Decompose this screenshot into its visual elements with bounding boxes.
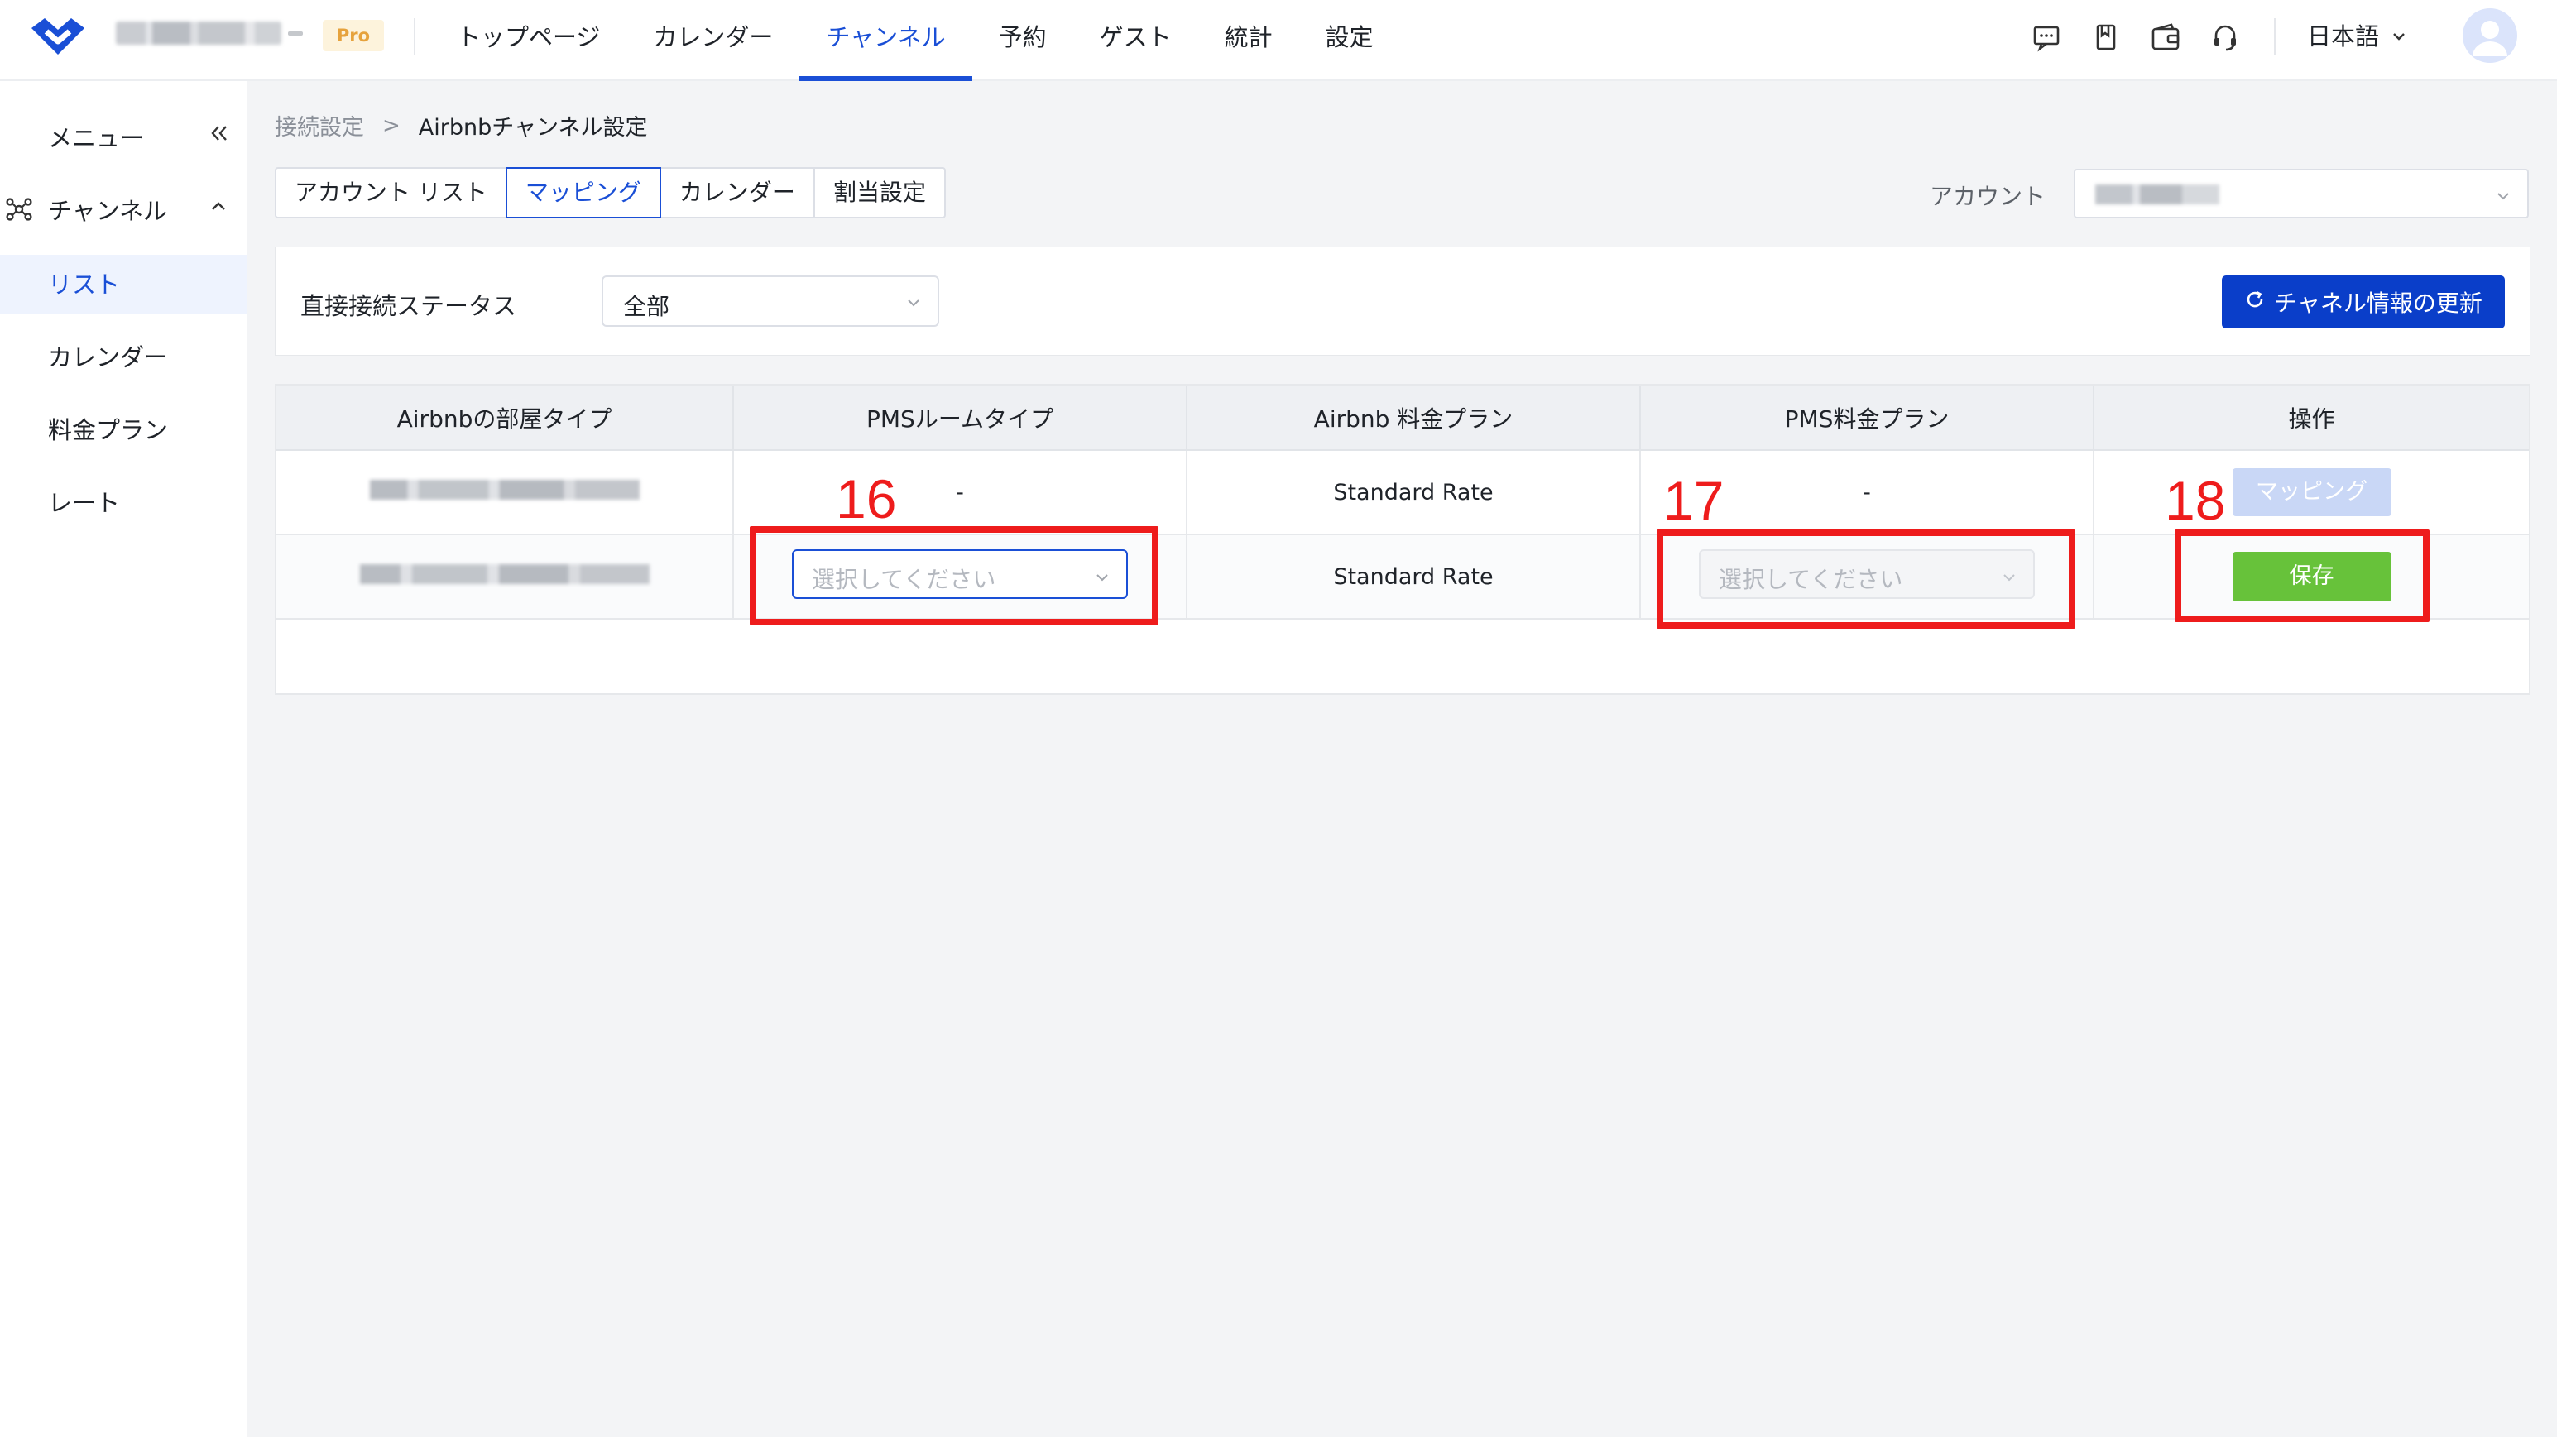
tab-mapping[interactable]: マッピング xyxy=(505,167,661,218)
column-pms-room-type: PMSルームタイプ xyxy=(733,386,1187,451)
scrollbar-track[interactable] xyxy=(2557,0,2576,1437)
annotation-number-17: 17 xyxy=(1663,470,1725,531)
page: Pro トップページ カレンダー チャンネル 予約 ゲスト 統計 設定 日本語 … xyxy=(0,0,2576,1437)
main-nav: トップページ カレンダー チャンネル 予約 ゲスト 統計 設定 xyxy=(430,0,1400,81)
breadcrumb-separator: > xyxy=(382,113,401,138)
refresh-button-label: チャネル情報の更新 xyxy=(2274,290,2482,317)
logo-icon[interactable] xyxy=(28,12,88,58)
account-select[interactable] xyxy=(2074,169,2529,218)
header-tools xyxy=(2026,17,2246,58)
sidebar-menu-label: メニュー xyxy=(48,124,145,152)
annotation-box-16 xyxy=(750,526,1158,625)
nav-guest[interactable]: ゲスト xyxy=(1073,0,1198,81)
airbnb-plan-cell: Standard Rate xyxy=(1187,450,1641,535)
airbnb-plan-value: Standard Rate xyxy=(1333,479,1494,505)
breadcrumb-parent[interactable]: 接続設定 xyxy=(275,109,364,141)
tab-allocation-settings[interactable]: 割当設定 xyxy=(813,167,946,218)
sidebar-group-label: チャンネル xyxy=(48,197,168,225)
mapping-button[interactable]: マッピング xyxy=(2232,468,2391,516)
annotation-number-16: 16 xyxy=(836,468,897,529)
channel-tabs: アカウント リスト マッピング カレンダー 割当設定 xyxy=(275,167,946,218)
pms-room-cell: - xyxy=(733,450,1187,535)
sidebar-group-channel[interactable]: チャンネル xyxy=(0,184,247,230)
user-avatar[interactable] xyxy=(2463,8,2517,63)
sidebar-item-list[interactable]: リスト xyxy=(0,255,247,314)
wallet-icon[interactable] xyxy=(2145,17,2186,58)
collapse-sidebar-icon[interactable] xyxy=(207,121,232,146)
pms-room-value: - xyxy=(956,479,964,505)
room-name-blurred xyxy=(369,479,640,500)
property-name-blurred xyxy=(116,22,281,45)
sidebar-item-rate[interactable]: レート xyxy=(0,473,247,533)
room-name-blurred xyxy=(359,563,650,584)
refresh-icon xyxy=(2244,289,2266,316)
column-actions: 操作 xyxy=(2094,386,2529,451)
nav-reservation[interactable]: 予約 xyxy=(972,0,1073,81)
chevron-down-icon xyxy=(2391,18,2407,55)
nav-calendar[interactable]: カレンダー xyxy=(626,0,799,81)
column-pms-rate-plan: PMS料金プラン xyxy=(1640,386,2094,451)
chevron-down-icon xyxy=(2494,187,2512,205)
refresh-channel-info-button[interactable]: チャネル情報の更新 xyxy=(2222,275,2505,328)
sidebar-item-rate-plan[interactable]: 料金プラン xyxy=(0,400,247,460)
connection-status-select[interactable]: 全部 xyxy=(602,275,939,327)
top-bar: Pro トップページ カレンダー チャンネル 予約 ゲスト 統計 設定 日本語 xyxy=(0,0,2557,81)
connection-status-value: 全部 xyxy=(623,293,670,320)
table-header-row: Airbnbの部屋タイプ PMSルームタイプ Airbnb 料金プラン PMS料… xyxy=(276,386,2529,451)
connection-status-label: 直接接続ステータス xyxy=(300,292,517,320)
language-label: 日本語 xyxy=(2307,22,2380,50)
channel-network-icon xyxy=(5,195,33,223)
annotation-box-18 xyxy=(2175,529,2430,622)
nav-settings[interactable]: 設定 xyxy=(1299,0,1400,81)
filter-panel: 直接接続ステータス 全部 チャネル情報の更新 xyxy=(275,247,2530,356)
nav-top-page[interactable]: トップページ xyxy=(430,0,626,81)
pms-plan-value: - xyxy=(1863,479,1871,505)
column-airbnb-rate-plan: Airbnb 料金プラン xyxy=(1187,386,1641,451)
column-airbnb-room-type: Airbnbの部屋タイプ xyxy=(276,386,734,451)
airbnb-plan-cell: Standard Rate xyxy=(1187,534,1641,620)
breadcrumb-current: Airbnbチャンネル設定 xyxy=(418,115,648,141)
bookmark-icon[interactable] xyxy=(2085,17,2127,58)
airbnb-plan-value: Standard Rate xyxy=(1333,563,1494,590)
account-name-blurred xyxy=(2095,184,2219,204)
sidebar-item-calendar[interactable]: カレンダー xyxy=(0,328,247,387)
account-label: アカウント xyxy=(1930,183,2046,210)
chat-icon[interactable] xyxy=(2026,17,2067,58)
sidebar-header: メニュー xyxy=(0,111,247,157)
headset-icon[interactable] xyxy=(2204,17,2246,58)
nav-channel[interactable]: チャンネル xyxy=(799,0,972,81)
action-cell: マッピング xyxy=(2094,450,2529,535)
tab-account-list[interactable]: アカウント リスト xyxy=(275,167,507,218)
property-name-blurred-suffix xyxy=(288,31,303,36)
airbnb-room-cell xyxy=(276,450,734,535)
annotation-number-18: 18 xyxy=(2165,470,2226,531)
annotation-box-17 xyxy=(1657,529,2075,629)
header-divider-2 xyxy=(2274,18,2276,55)
tab-calendar[interactable]: カレンダー xyxy=(659,167,815,218)
pro-badge: Pro xyxy=(323,20,384,51)
airbnb-room-cell xyxy=(276,534,734,620)
chevron-up-icon xyxy=(209,197,228,217)
header-divider xyxy=(414,18,415,55)
breadcrumb: 接続設定 > Airbnbチャンネル設定 xyxy=(275,109,647,141)
chevron-down-icon xyxy=(904,294,923,312)
language-switcher[interactable]: 日本語 xyxy=(2307,18,2407,55)
sidebar: メニュー チャンネル リスト カレンダー 料金プラン レート xyxy=(0,81,247,1437)
nav-statistics[interactable]: 統計 xyxy=(1198,0,1299,81)
